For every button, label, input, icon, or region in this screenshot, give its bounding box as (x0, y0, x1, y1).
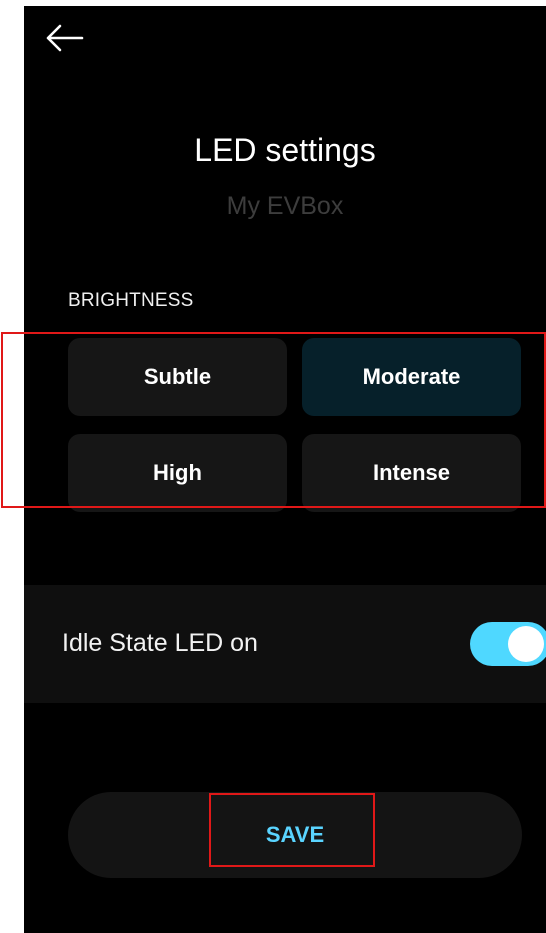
idle-state-label: Idle State LED on (62, 629, 258, 657)
brightness-option-subtle[interactable]: Subtle (68, 338, 287, 416)
led-settings-screen: LED settings My EVBox BRIGHTNESS Subtle … (24, 6, 546, 933)
brightness-option-intense[interactable]: Intense (302, 434, 521, 512)
brightness-options: Subtle Moderate High Intense (68, 336, 522, 514)
save-button[interactable]: SAVE (68, 792, 522, 878)
brightness-option-moderate[interactable]: Moderate (302, 338, 521, 416)
arrow-left-icon (46, 24, 84, 52)
idle-state-row: Idle State LED on (24, 585, 546, 703)
brightness-section-label: BRIGHTNESS (68, 290, 194, 311)
brightness-option-high[interactable]: High (68, 434, 287, 512)
page-title: LED settings (194, 132, 376, 168)
idle-state-toggle[interactable] (470, 622, 546, 666)
toggle-knob (508, 626, 544, 662)
device-name: My EVBox (226, 192, 344, 220)
back-button[interactable] (42, 20, 86, 56)
